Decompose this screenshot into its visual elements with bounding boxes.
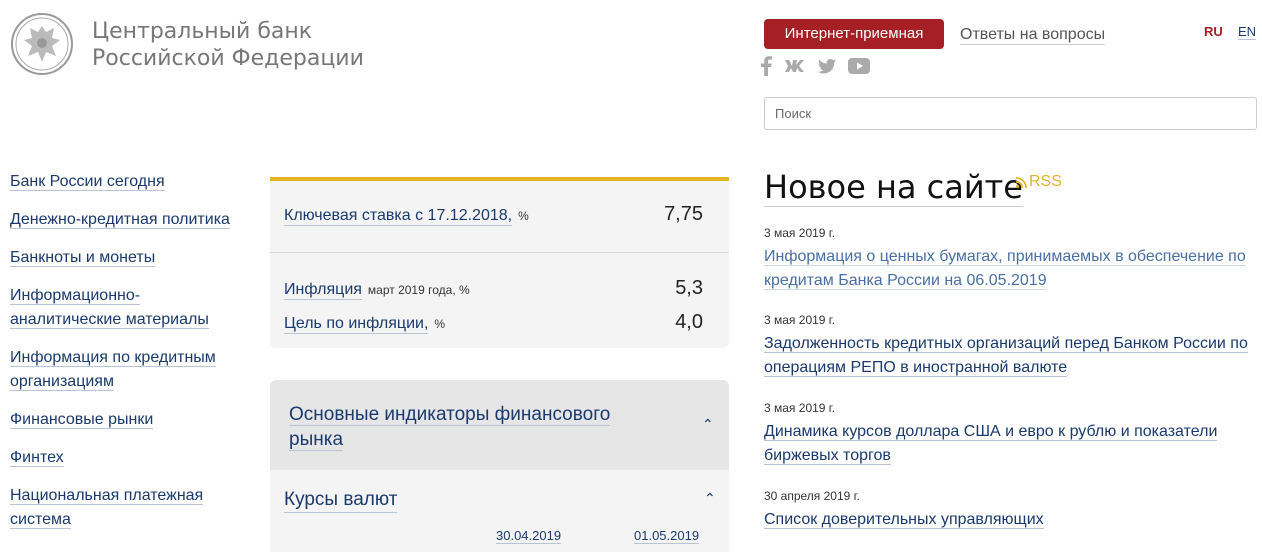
key-rate-row: Ключевая ставка с 17.12.2018, % 7,75 [284, 203, 703, 226]
inflation-target-value: 4,0 [675, 311, 703, 333]
inflation-link[interactable]: Инфляция [284, 281, 362, 300]
key-rate-link[interactable]: Ключевая ставка с 17.12.2018, [284, 207, 513, 226]
fx-date-2[interactable]: 01.05.2019 [634, 528, 700, 544]
sidebar-item-fintech[interactable]: Финтех [10, 446, 250, 470]
news-date: 3 мая 2019 г. [764, 313, 836, 327]
currency-rates-title[interactable]: Курсы валют [284, 488, 398, 513]
sidebar-item-label: Информационно-аналитические материалы [10, 287, 209, 329]
sidebar-item-label: Финансовые рынки [10, 411, 154, 429]
inflation-value: 5,3 [675, 277, 703, 299]
inflation-target-link[interactable]: Цель по инфляции, [284, 315, 429, 334]
news-item: 30 апреля 2019 г. Список доверительных у… [764, 489, 1259, 532]
sidebar-item-credit-orgs[interactable]: Информация по кредитным организациям [10, 346, 250, 394]
sidebar-item-banknotes[interactable]: Банкноты и монеты [10, 246, 250, 270]
news-item: 3 мая 2019 г. Задолженность кредитных ор… [764, 313, 1259, 380]
social-links [760, 56, 870, 76]
rss-label: RSS [1029, 173, 1062, 190]
vk-icon[interactable] [784, 59, 806, 73]
news-date: 30 апреля 2019 г. [764, 489, 860, 503]
sidebar-item-monetary-policy[interactable]: Денежно-кредитная политика [10, 208, 250, 232]
chevron-up-icon[interactable]: ⌃ [702, 416, 714, 433]
search-input[interactable] [764, 97, 1257, 130]
bank-name-line1: Центральный банк [92, 19, 313, 44]
sidebar-item-label: Финтех [10, 449, 64, 467]
sidebar-item-payment-system[interactable]: Национальная платежная система [10, 484, 250, 532]
news-date: 3 мая 2019 г. [764, 401, 836, 415]
internet-reception-button[interactable]: Интернет-приемная [764, 19, 944, 49]
bank-name[interactable]: Центральный банк Российской Федерации [92, 18, 364, 72]
sidebar-item-label: Национальная платежная система [10, 487, 204, 529]
rss-icon [1016, 176, 1027, 188]
financial-indicators-header[interactable]: Основные индикаторы финансового рынка ⌃ [270, 380, 729, 470]
news-link[interactable]: Задолженность кредитных организаций пере… [764, 335, 1248, 377]
bank-name-line2: Российской Федерации [92, 46, 364, 71]
sidebar-item-label: Банкноты и монеты [10, 249, 156, 267]
key-rate-value: 7,75 [664, 203, 703, 225]
inflation-target-row: Цель по инфляции, % 4,0 [284, 311, 703, 334]
rate-divider [270, 252, 729, 253]
youtube-icon[interactable] [848, 58, 870, 74]
news-date: 3 мая 2019 г. [764, 226, 836, 240]
financial-indicators-title-text: Основные индикаторы финансового рынка [289, 404, 611, 451]
news-item: 3 мая 2019 г. Динамика курсов доллара СШ… [764, 401, 1259, 468]
financial-indicators-title: Основные индикаторы финансового рынка [289, 402, 669, 452]
sidebar-item-analytics[interactable]: Информационно-аналитические материалы [10, 284, 250, 332]
sidebar-item-bank-today[interactable]: Банк России сегодня [10, 170, 250, 194]
inflation-period: март 2019 года, % [367, 283, 470, 297]
inflation-row: Инфляция март 2019 года, % 5,3 [284, 277, 703, 300]
faq-link[interactable]: Ответы на вопросы [960, 25, 1106, 45]
news-link[interactable]: Список доверительных управляющих [764, 511, 1044, 529]
news-link[interactable]: Информация о ценных бумагах, принимаемых… [764, 248, 1246, 290]
sidebar-item-financial-markets[interactable]: Финансовые рынки [10, 408, 250, 432]
lang-ru: RU [1204, 24, 1223, 39]
sidebar-item-label: Информация по кредитным организациям [10, 349, 216, 391]
fx-date-1[interactable]: 30.04.2019 [496, 528, 562, 544]
inflation-target-unit: % [434, 317, 446, 331]
lang-en-link[interactable]: EN [1238, 24, 1257, 40]
news-section-title: Новое на сайте [764, 168, 1023, 207]
bank-emblem-icon[interactable] [10, 12, 74, 76]
sidebar-nav: Банк России сегодня Денежно-кредитная по… [10, 170, 250, 546]
sidebar-item-label: Денежно-кредитная политика [10, 211, 230, 229]
news-link[interactable]: Динамика курсов доллара США и евро к руб… [764, 423, 1218, 465]
key-rates-card: Ключевая ставка с 17.12.2018, % 7,75 Инф… [270, 177, 729, 348]
facebook-icon[interactable] [760, 56, 772, 76]
financial-indicators-panel: Основные индикаторы финансового рынка ⌃ … [270, 380, 729, 552]
twitter-icon[interactable] [818, 58, 836, 74]
news-item: 3 мая 2019 г. Информация о ценных бумага… [764, 226, 1259, 293]
chevron-up-icon[interactable]: ⌃ [704, 490, 716, 507]
sidebar-item-label: Банк России сегодня [10, 173, 165, 191]
key-rate-unit: % [518, 209, 529, 223]
rss-link[interactable]: RSS [1016, 173, 1062, 191]
